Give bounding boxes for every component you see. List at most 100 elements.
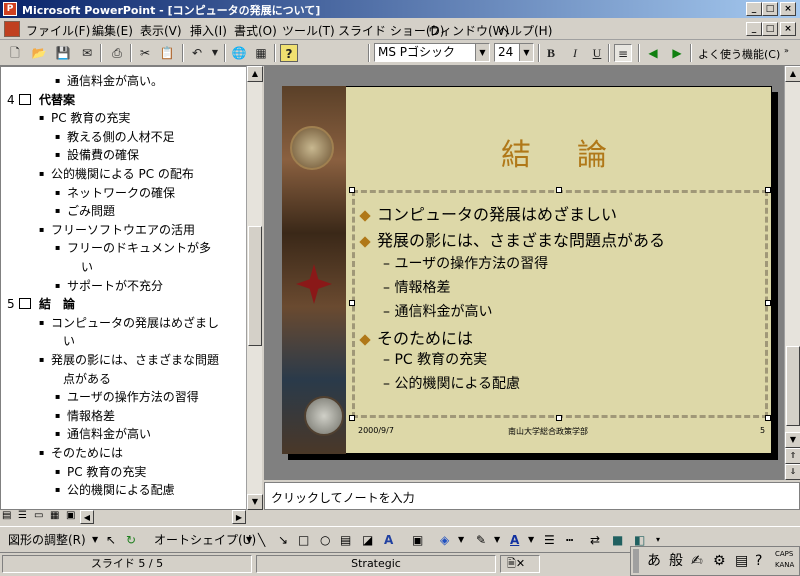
ime-conversion[interactable]: 般 — [669, 551, 683, 571]
slideshow-icon[interactable]: ▣ — [66, 510, 75, 521]
outline-bullet-text[interactable]: 情報格差 — [67, 408, 115, 424]
align-left-icon[interactable]: ≡ — [614, 44, 632, 62]
draw-menu-button[interactable]: 図形の調整(R) — [8, 532, 86, 548]
dash-style-icon[interactable]: ┅ — [566, 532, 573, 548]
line-style-icon[interactable]: ☰ — [544, 532, 555, 548]
autoshapes-button[interactable]: オートシェイプ(U) — [154, 532, 256, 548]
clipart-icon[interactable]: ▣ — [412, 532, 423, 548]
line-color-icon[interactable]: ✎ — [476, 532, 486, 548]
outline-bullet-text[interactable]: 教える側の人材不足 — [67, 129, 175, 145]
toolbar-options-icon[interactable]: » — [784, 46, 789, 55]
outline-bullet-text[interactable]: ネットワークの確保 — [67, 185, 175, 201]
menu-file[interactable]: ファイル(F) — [26, 22, 90, 39]
bold-button[interactable]: B — [542, 44, 560, 62]
fill-color-icon[interactable]: ◈ — [440, 532, 449, 548]
close-icon[interactable]: × — [780, 2, 796, 16]
outline-bullet-text[interactable]: い — [63, 333, 75, 349]
arrow-icon[interactable]: ↘ — [278, 532, 288, 548]
rectangle-icon[interactable]: □ — [298, 532, 309, 548]
slide-bullet[interactable]: – 通信料金が高い — [383, 301, 492, 321]
undo-dropdown-icon[interactable]: ▼ — [206, 44, 224, 62]
slide-bullet[interactable]: – PC 教育の充実 — [383, 349, 487, 369]
resize-handle-n[interactable] — [556, 187, 562, 193]
ime-help-icon[interactable]: ? — [755, 551, 762, 571]
menu-edit[interactable]: 編集(E) — [92, 22, 133, 39]
outline-bullet-text[interactable]: 点がある — [63, 371, 111, 387]
scroll-left-icon[interactable]: ◀ — [80, 510, 94, 524]
scroll-up-icon[interactable]: ▲ — [247, 66, 263, 82]
resize-handle-ne[interactable] — [765, 187, 771, 193]
outline-bullet-text[interactable]: い — [81, 259, 93, 275]
outline-view-icon[interactable]: ☰ — [18, 510, 27, 521]
scroll-down-icon[interactable]: ▼ — [247, 494, 263, 510]
slide-icon[interactable] — [19, 298, 31, 310]
ime-mode[interactable]: あ — [647, 551, 661, 571]
outline-bullet-text[interactable]: フリーのドキュメントが多 — [67, 240, 211, 256]
notes-pane[interactable]: クリックしてノートを入力 — [264, 482, 800, 510]
font-color-dropdown-icon[interactable]: ▼ — [528, 532, 534, 548]
menu-format[interactable]: 書式(O) — [234, 22, 277, 39]
slide-bullet[interactable]: コンピュータの発展はめざましい — [359, 201, 617, 225]
common-tasks-button[interactable]: よく使う機能(C) — [698, 46, 780, 62]
resize-handle-w[interactable] — [349, 300, 355, 306]
slide-bullet[interactable]: – 公的機関による配慮 — [383, 373, 520, 393]
italic-button[interactable]: I — [566, 44, 584, 62]
resize-handle-e[interactable] — [765, 300, 771, 306]
notes-placeholder[interactable]: クリックしてノートを入力 — [271, 491, 415, 505]
open-icon[interactable]: 📂 — [30, 44, 48, 62]
ime-tool-icon[interactable]: ⚙ — [713, 551, 726, 571]
outline-bullet-text[interactable]: PC 教育の充実 — [51, 110, 130, 126]
outline-slide-title[interactable]: 結 論 — [39, 296, 75, 312]
oval-icon[interactable]: ○ — [320, 532, 330, 548]
email-icon[interactable]: ✉ — [78, 44, 96, 62]
underline-button[interactable]: U — [588, 44, 606, 62]
ime-grip[interactable] — [633, 549, 639, 573]
autoshapes-dropdown-icon[interactable]: ▼ — [246, 532, 252, 548]
outline-scrollbar[interactable]: ▲ ▼ — [246, 66, 263, 510]
menu-view[interactable]: 表示(V) — [140, 22, 182, 39]
font-color-icon[interactable]: A — [510, 532, 519, 548]
scroll-up-icon[interactable]: ▲ — [785, 66, 800, 82]
save-icon[interactable]: 💾 — [54, 44, 72, 62]
outline-bullet-text[interactable]: 公的機関による配慮 — [67, 482, 175, 498]
outline-bullet-text[interactable]: ユーザの操作方法の習得 — [67, 389, 199, 405]
paste-icon[interactable]: 📋 — [158, 44, 176, 62]
menu-insert[interactable]: 挿入(I) — [190, 22, 227, 39]
outline-bullet-text[interactable]: サポートが不充分 — [67, 278, 163, 294]
slide-bullet[interactable]: 発展の影には、さまざまな問題点がある — [359, 227, 665, 251]
menu-help[interactable]: ヘルプ(H) — [498, 22, 552, 39]
outline-bullet-text[interactable]: PC 教育の充実 — [67, 464, 146, 480]
outline-scroll-thumb[interactable] — [248, 226, 262, 346]
resize-handle-sw[interactable] — [349, 415, 355, 421]
line-color-dropdown-icon[interactable]: ▼ — [494, 532, 500, 548]
outline-bullet-text[interactable]: 設備費の確保 — [67, 147, 139, 163]
outline-pane[interactable]: ▪ 通信料金が高い。 4 代替案 ▪ PC 教育の充実 ▪ 教える側の人材不足 ▪ 設備費の確保 ▪… — [0, 66, 262, 510]
wordart-icon[interactable]: ◪ — [362, 532, 373, 548]
resize-handle-nw[interactable] — [349, 187, 355, 193]
table-icon[interactable]: ▦ — [252, 44, 270, 62]
shadow-icon[interactable]: ■ — [612, 532, 623, 548]
slide-sorter-icon[interactable]: ▦ — [50, 510, 59, 521]
new-icon[interactable]: 🗋 — [6, 44, 24, 62]
wordart-a-icon[interactable]: A — [384, 532, 393, 548]
ime-pad-icon[interactable]: ✍ — [691, 551, 703, 571]
outline-slide-title[interactable]: 代替案 — [39, 92, 75, 108]
notes-scrollbar[interactable] — [264, 510, 800, 524]
arrow-style-icon[interactable]: ⇄ — [590, 532, 600, 548]
ime-dictionary-icon[interactable]: ▤ — [735, 551, 748, 571]
slide-scrollbar[interactable]: ▲ ▼ ⇑ ⇓ — [784, 66, 800, 480]
minimize-icon[interactable]: _ — [746, 2, 762, 16]
line-icon[interactable]: ╲ — [258, 532, 265, 548]
scroll-right-icon[interactable]: ▶ — [232, 510, 246, 524]
cut-icon[interactable]: ✂ — [136, 44, 154, 62]
promote-icon[interactable]: ◀ — [644, 44, 662, 62]
print-icon[interactable]: ⎙ — [108, 44, 126, 62]
doc-minimize-icon[interactable]: _ — [746, 22, 762, 36]
hyperlink-icon[interactable]: 🌐 — [230, 44, 248, 62]
resize-handle-s[interactable] — [556, 415, 562, 421]
slide-view-icon[interactable]: ▭ — [34, 510, 43, 521]
slide-bullet[interactable]: – ユーザの操作方法の習得 — [383, 253, 548, 273]
doc-restore-icon[interactable]: □ — [762, 22, 778, 36]
fill-color-dropdown-icon[interactable]: ▼ — [458, 532, 464, 548]
outline-bullet-text[interactable]: 通信料金が高い。 — [67, 73, 163, 89]
